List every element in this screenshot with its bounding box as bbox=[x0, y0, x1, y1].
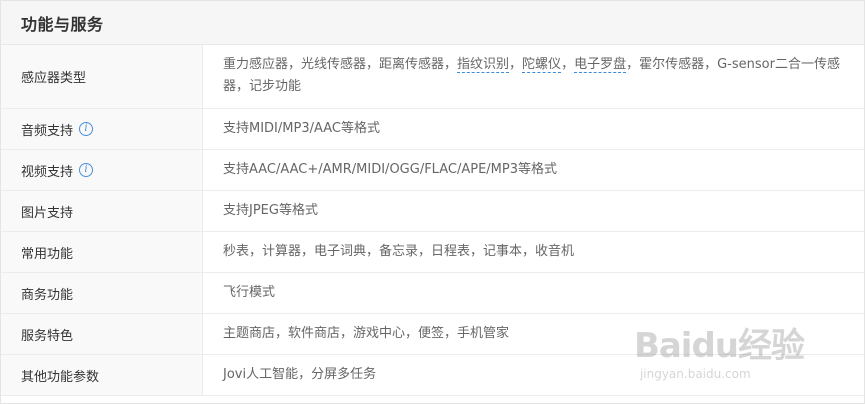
sensor-text: 重力感应器，光线传感器，距离传感器， bbox=[223, 57, 458, 72]
spec-key-label: 服务特色 bbox=[21, 328, 74, 344]
spec-key: 音频支持 i bbox=[1, 109, 203, 149]
spec-value-text: 支持AAC/AAC+/AMR/MIDI/OGG/FLAC/APE/MP3等格式 bbox=[223, 162, 557, 177]
info-icon[interactable]: i bbox=[79, 163, 94, 177]
spec-key: 感应器类型 bbox=[1, 45, 203, 108]
spec-value-text: 支持MIDI/MP3/AAC等格式 bbox=[223, 121, 380, 136]
sensor-sep: ， bbox=[561, 57, 575, 72]
spec-value: 支持MIDI/MP3/AAC等格式 bbox=[203, 109, 864, 149]
sensor-sep: ， bbox=[509, 57, 523, 72]
spec-row-service-features: 服务特色 主题商店，软件商店，游戏中心，便签，手机管家 bbox=[1, 314, 864, 355]
term-link-fingerprint[interactable]: 指纹识别 bbox=[457, 57, 510, 73]
spec-table: 感应器类型 重力感应器，光线传感器，距离传感器，指纹识别，陀螺仪，电子罗盘，霍尔… bbox=[1, 45, 864, 396]
spec-value: Jovi人工智能，分屏多任务 bbox=[203, 355, 864, 395]
spec-key: 常用功能 bbox=[1, 232, 203, 272]
spec-key-label: 图片支持 bbox=[21, 205, 74, 221]
spec-row-image: 图片支持 支持JPEG等格式 bbox=[1, 191, 864, 232]
spec-key: 其他功能参数 bbox=[1, 355, 203, 395]
section-header: 功能与服务 bbox=[1, 1, 864, 45]
spec-key: 视频支持 i bbox=[1, 150, 203, 190]
spec-value: 支持AAC/AAC+/AMR/MIDI/OGG/FLAC/APE/MP3等格式 bbox=[203, 150, 864, 190]
spec-key-label: 常用功能 bbox=[21, 246, 74, 262]
spec-row-common-functions: 常用功能 秒表，计算器，电子词典，备忘录，日程表，记事本，收音机 bbox=[1, 232, 864, 273]
spec-value-text: 飞行模式 bbox=[223, 285, 276, 300]
spec-row-video: 视频支持 i 支持AAC/AAC+/AMR/MIDI/OGG/FLAC/APE/… bbox=[1, 150, 864, 191]
spec-value-text: 秒表，计算器，电子词典，备忘录，日程表，记事本，收音机 bbox=[223, 244, 575, 259]
spec-key-label: 感应器类型 bbox=[21, 71, 87, 86]
spec-value: 支持JPEG等格式 bbox=[203, 191, 864, 231]
info-icon[interactable]: i bbox=[79, 122, 94, 136]
section-title: 功能与服务 bbox=[21, 14, 104, 34]
term-link-gyroscope[interactable]: 陀螺仪 bbox=[522, 57, 562, 73]
spec-row-business: 商务功能 飞行模式 bbox=[1, 273, 864, 314]
spec-value: 飞行模式 bbox=[203, 273, 864, 313]
spec-panel: 功能与服务 感应器类型 重力感应器，光线传感器，距离传感器，指纹识别，陀螺仪，电… bbox=[0, 0, 865, 404]
spec-value: 重力感应器，光线传感器，距离传感器，指纹识别，陀螺仪，电子罗盘，霍尔传感器，G-… bbox=[203, 45, 864, 108]
spec-value-text: 重力感应器，光线传感器，距离传感器，指纹识别，陀螺仪，电子罗盘，霍尔传感器，G-… bbox=[223, 54, 844, 98]
spec-key-label: 视频支持 bbox=[21, 164, 74, 180]
spec-key: 商务功能 bbox=[1, 273, 203, 313]
spec-row-sensors: 感应器类型 重力感应器，光线传感器，距离传感器，指纹识别，陀螺仪，电子罗盘，霍尔… bbox=[1, 45, 864, 109]
spec-value-text: Jovi人工智能，分屏多任务 bbox=[223, 367, 377, 382]
term-link-compass[interactable]: 电子罗盘 bbox=[574, 57, 627, 73]
spec-key-label: 其他功能参数 bbox=[21, 369, 100, 385]
spec-row-other: 其他功能参数 Jovi人工智能，分屏多任务 bbox=[1, 355, 864, 396]
spec-row-audio: 音频支持 i 支持MIDI/MP3/AAC等格式 bbox=[1, 109, 864, 150]
spec-key: 服务特色 bbox=[1, 314, 203, 354]
spec-key-label: 商务功能 bbox=[21, 287, 74, 303]
spec-key: 图片支持 bbox=[1, 191, 203, 231]
spec-value-text: 主题商店，软件商店，游戏中心，便签，手机管家 bbox=[223, 326, 510, 341]
spec-value-text: 支持JPEG等格式 bbox=[223, 203, 318, 218]
spec-key-label: 音频支持 bbox=[21, 123, 74, 139]
spec-value: 主题商店，软件商店，游戏中心，便签，手机管家 bbox=[203, 314, 864, 354]
spec-value: 秒表，计算器，电子词典，备忘录，日程表，记事本，收音机 bbox=[203, 232, 864, 272]
